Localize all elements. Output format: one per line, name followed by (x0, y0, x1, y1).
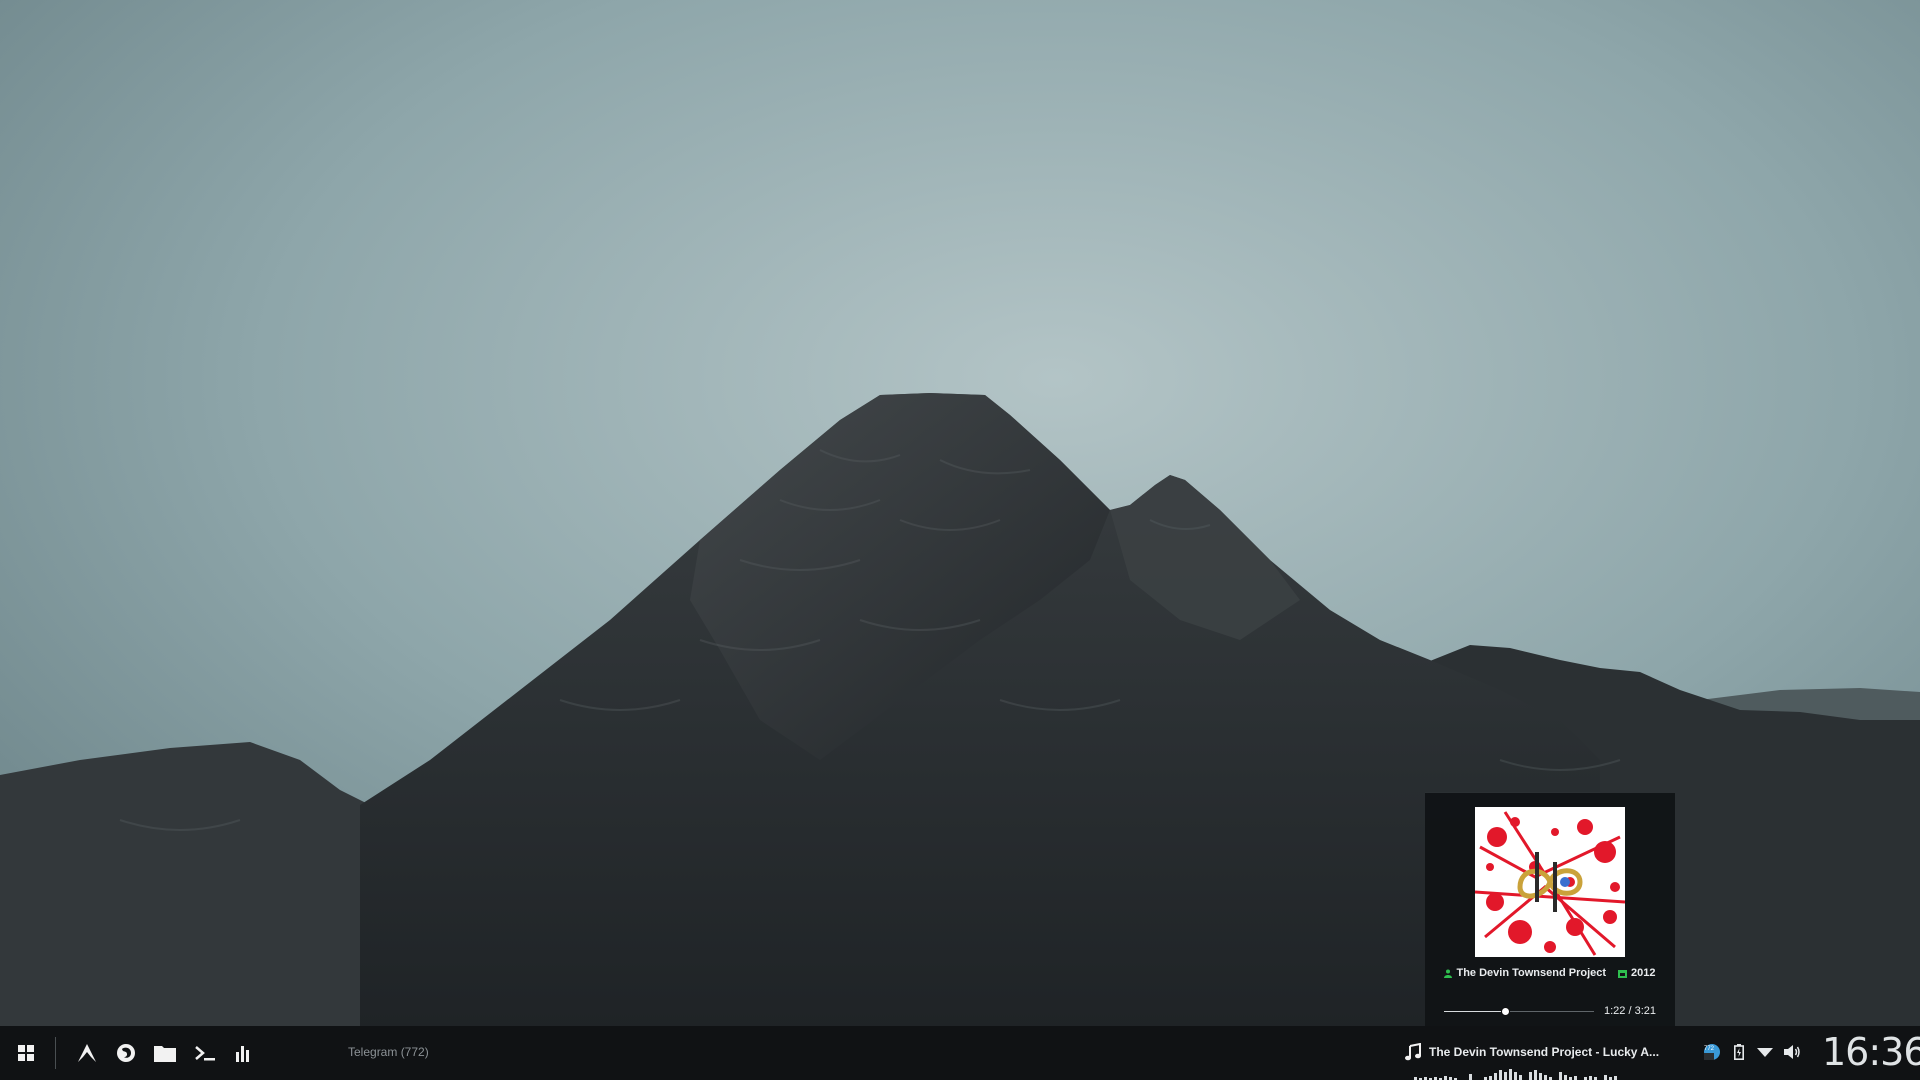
music-note-icon (1405, 1043, 1421, 1061)
launcher-arch[interactable] (73, 1039, 101, 1067)
launcher-system-monitor[interactable] (230, 1039, 258, 1067)
launcher-files[interactable] (151, 1039, 179, 1067)
taskbar: Telegram (772) The Devin Townsend Projec… (0, 1026, 1920, 1080)
seek-handle[interactable] (1501, 1007, 1511, 1016)
release-year: 2012 (1631, 967, 1656, 979)
terminal-icon (195, 1046, 215, 1061)
media-player-popup: The Devin Townsend Project 2012 1:22 / 3… (1425, 792, 1675, 1027)
seek-bar-fill (1444, 1011, 1506, 1012)
folder-icon (154, 1046, 176, 1062)
tray-telegram[interactable]: 772 (1702, 1042, 1722, 1062)
start-menu-icon (18, 1045, 34, 1061)
artist-meta: The Devin Townsend Project (1444, 967, 1606, 979)
now-playing-title: The Devin Townsend Project - Lucky A... (1429, 1045, 1660, 1059)
telegram-unread-badge: 772 (1704, 1046, 1715, 1052)
person-icon (1444, 969, 1453, 978)
taskbar-divider (55, 1037, 56, 1069)
album-art (1475, 807, 1625, 957)
audio-visualizer (1414, 1069, 1617, 1080)
seek-bar[interactable] (1444, 1007, 1594, 1016)
battery-icon (1734, 1044, 1744, 1060)
tray-battery[interactable] (1729, 1042, 1749, 1062)
launcher-firefox[interactable] (112, 1039, 140, 1067)
system-monitor-icon (236, 1046, 249, 1062)
clock[interactable]: 16:36 (1822, 1030, 1920, 1074)
wifi-icon (1757, 1048, 1773, 1057)
now-playing-widget[interactable]: The Devin Townsend Project - Lucky A... (1402, 1036, 1668, 1080)
tray-network[interactable] (1755, 1042, 1775, 1062)
calendar-icon (1618, 969, 1628, 978)
tray-volume[interactable] (1782, 1042, 1802, 1062)
time-readout: 1:22 / 3:21 (1604, 1005, 1656, 1017)
launcher-terminal[interactable] (191, 1039, 219, 1067)
track-meta-row: The Devin Townsend Project 2012 (1425, 965, 1675, 981)
year-meta: 2012 (1618, 967, 1656, 979)
start-menu-button[interactable] (12, 1039, 40, 1067)
firefox-icon (117, 1044, 135, 1062)
volume-icon (1784, 1045, 1800, 1059)
task-telegram[interactable]: Telegram (772) (348, 1045, 429, 1059)
artist-name: The Devin Townsend Project (1456, 967, 1607, 979)
arch-linux-icon (78, 1044, 96, 1062)
